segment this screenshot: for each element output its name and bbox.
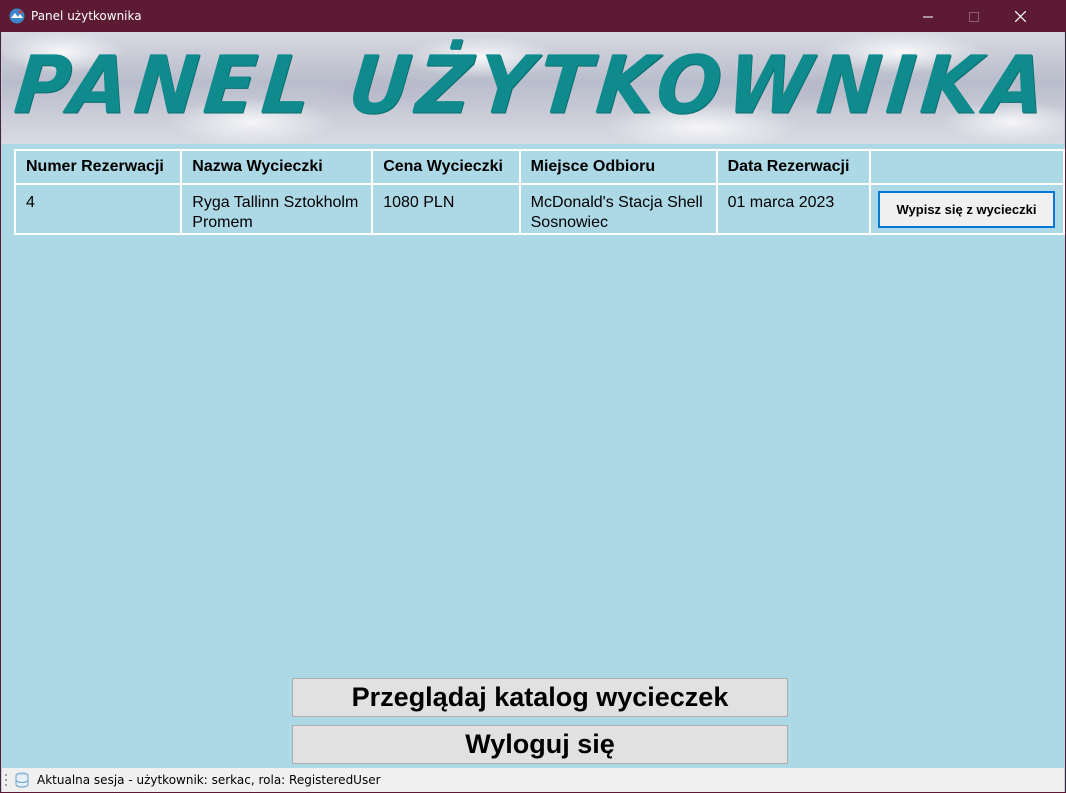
table-header-row: Numer Rezerwacji Nazwa Wycieczki Cena Wy… (13, 149, 1065, 185)
app-icon (9, 8, 25, 24)
banner-title: PANEL UŻYTKOWNIKA (10, 37, 1056, 132)
browse-catalog-button[interactable]: Przeglądaj katalog wycieczek (292, 678, 788, 717)
column-header-nazwa[interactable]: Nazwa Wycieczki (180, 149, 374, 185)
cell-miejsce[interactable]: McDonald's Stacja Shell Sosnowiec (518, 183, 718, 235)
status-bar: Aktualna sesja - użytkownik: serkac, rol… (2, 768, 1064, 792)
unsubscribe-button[interactable]: Wypisz się z wycieczki (877, 190, 1055, 228)
cell-nazwa[interactable]: Ryga Tallinn Sztokholm Promem (180, 183, 374, 235)
maximize-icon (969, 11, 979, 22)
cell-action: Wypisz się z wycieczki (868, 183, 1065, 235)
column-header-action (868, 149, 1065, 185)
header-banner: PANEL UŻYTKOWNIKA (2, 32, 1064, 144)
logout-button[interactable]: Wyloguj się (292, 725, 788, 764)
cell-numer[interactable]: 4 (13, 183, 183, 235)
main-window: Panel użytkownika PANEL UŻYTKOWNIKA Nume… (0, 0, 1066, 793)
cell-data[interactable]: 01 marca 2023 (715, 183, 871, 235)
table-row[interactable]: 4 Ryga Tallinn Sztokholm Promem 1080 PLN… (13, 183, 1065, 235)
close-button[interactable] (997, 1, 1043, 32)
maximize-button[interactable] (951, 1, 997, 32)
column-header-data[interactable]: Data Rezerwacji (715, 149, 871, 185)
reservations-table: Numer Rezerwacji Nazwa Wycieczki Cena Wy… (13, 149, 1065, 235)
title-bar[interactable]: Panel użytkownika (1, 1, 1065, 32)
status-text: Aktualna sesja - użytkownik: serkac, rol… (37, 773, 381, 787)
minimize-icon (923, 16, 933, 17)
database-icon (15, 772, 29, 788)
close-icon (1014, 11, 1026, 22)
minimize-button[interactable] (905, 1, 951, 32)
column-header-miejsce[interactable]: Miejsce Odbioru (518, 149, 718, 185)
cell-cena[interactable]: 1080 PLN (371, 183, 521, 235)
column-header-numer[interactable]: Numer Rezerwacji (13, 149, 183, 185)
grip-icon (5, 774, 7, 786)
column-header-cena[interactable]: Cena Wycieczki (371, 149, 521, 185)
window-title: Panel użytkownika (31, 9, 142, 23)
